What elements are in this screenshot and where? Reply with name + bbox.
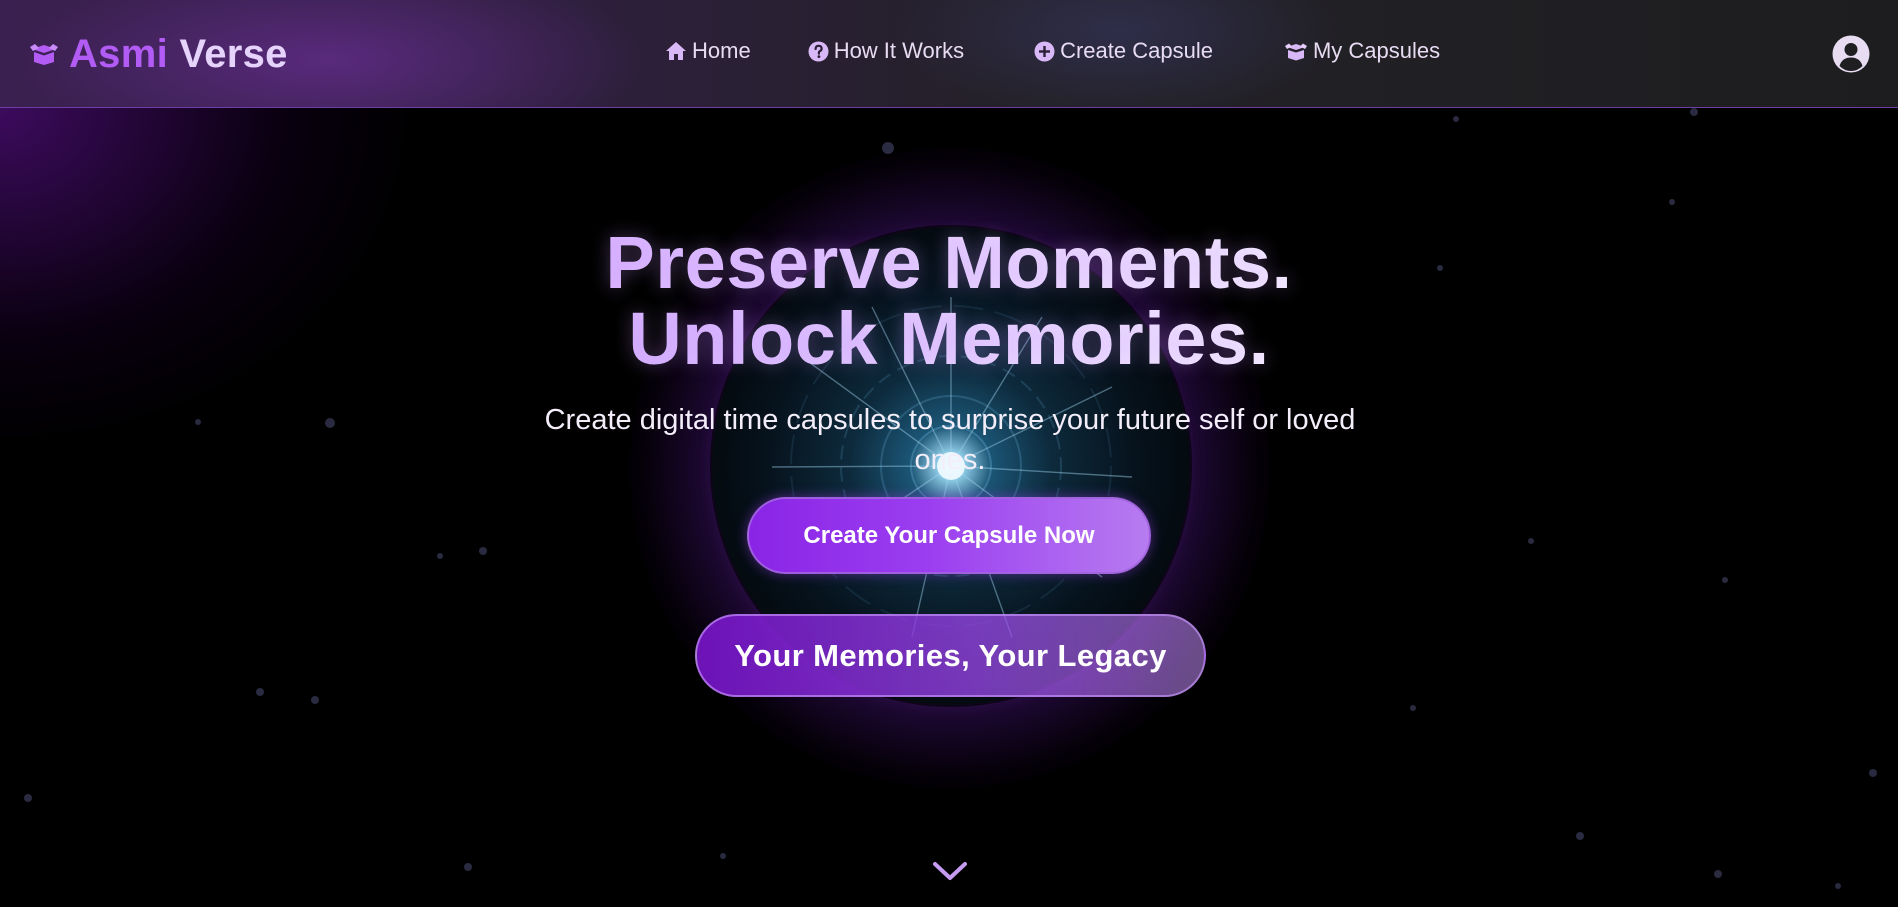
user-circle-icon xyxy=(1832,35,1870,73)
profile-button[interactable] xyxy=(1832,35,1870,73)
tagline-badge: Your Memories, Your Legacy xyxy=(695,614,1206,697)
nav-item-label: Home xyxy=(692,38,751,63)
nav-item-home[interactable]: Home xyxy=(665,38,751,64)
home-icon xyxy=(665,41,687,61)
top-navbar: Asmi Verse Home How It Works Create Caps… xyxy=(0,0,1898,108)
brand-name: Asmi Verse xyxy=(69,32,288,77)
box-open-icon xyxy=(29,42,59,66)
scroll-down-button[interactable] xyxy=(932,860,968,884)
nav-item-label: How It Works xyxy=(833,38,965,63)
brand-name-part1: Asmi xyxy=(69,31,169,76)
nav-item-label: My Capsules xyxy=(1312,38,1441,63)
hero-subtitle: Create digital time capsules to surprise… xyxy=(544,404,1356,476)
nav-item-create-capsule[interactable]: Create Capsule xyxy=(1034,38,1213,64)
nav-item-label: Create Capsule xyxy=(1060,38,1213,63)
hero-title-line1: Preserve Moments. xyxy=(605,221,1293,304)
nav-item-how-it-works[interactable]: How It Works xyxy=(808,38,964,64)
nav-links: Home How It Works Create Capsule My Caps… xyxy=(665,38,1440,64)
brand-name-part2: Verse xyxy=(179,31,288,76)
nav-item-my-capsules[interactable]: My Capsules xyxy=(1284,38,1440,64)
hero-title: Preserve Moments. Unlock Memories. xyxy=(0,225,1898,377)
brand-logo[interactable]: Asmi Verse xyxy=(29,30,288,78)
box-open-icon xyxy=(1284,42,1308,61)
plus-circle-icon xyxy=(1034,41,1055,62)
hero-title-line2: Unlock Memories. xyxy=(628,297,1270,380)
chevron-down-icon xyxy=(933,862,967,880)
create-capsule-button[interactable]: Create Your Capsule Now xyxy=(747,497,1151,574)
question-circle-icon xyxy=(808,41,829,62)
page: Asmi Verse Home How It Works Create Caps… xyxy=(0,0,1898,907)
